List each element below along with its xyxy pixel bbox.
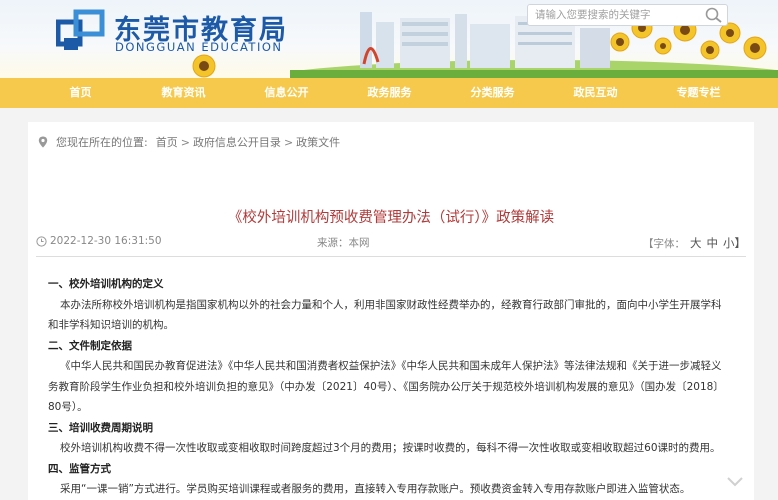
location-pin-icon <box>38 136 48 148</box>
font-size-large-button[interactable]: 大 <box>690 236 702 250</box>
nav-item-special-topics[interactable]: 专题专栏 <box>647 78 750 108</box>
logo-icon <box>56 9 105 50</box>
breadcrumb: 您现在所在的位置: 首页 > 政府信息公开目录 > 政策文件 <box>38 134 340 150</box>
header-banner: 东莞市教育局 DONGGUAN EDUCATION <box>0 0 778 78</box>
breadcrumb-separator: > <box>283 135 294 149</box>
search-icon[interactable] <box>704 6 724 24</box>
font-size-label: 【字体： <box>643 238 685 250</box>
breadcrumb-disclosure-catalog[interactable]: 政府信息公开目录 <box>193 134 281 150</box>
section-paragraph: 校外培训机构收费不得一次性收取或变相收取时间跨度超过3个月的费用；按课时收费的，… <box>60 442 721 454</box>
clock-icon <box>36 235 47 247</box>
main-nav: 首页 教育资讯 信息公开 政务服务 分类服务 政民互动 专题专栏 <box>0 78 778 108</box>
nav-item-home[interactable]: 首页 <box>29 78 132 108</box>
section-paragraph: 《中华人民共和国民办教育促进法》《中华人民共和国消费者权益保护法》《中华人民共和… <box>48 360 724 413</box>
search-box <box>527 4 728 26</box>
scroll-indicator-icon[interactable] <box>720 466 750 496</box>
breadcrumb-prefix: 您现在所在的位置: <box>56 136 148 149</box>
font-size-medium-button[interactable]: 中 <box>707 236 719 250</box>
section-heading: 三、培训收费周期说明 <box>48 421 153 434</box>
nav-item-info-disclosure[interactable]: 信息公开 <box>235 78 338 108</box>
publish-date-text: 2022-12-30 16:31:50 <box>50 235 162 247</box>
breadcrumb-home[interactable]: 首页 <box>156 134 178 150</box>
nav-item-gov-services[interactable]: 政务服务 <box>338 78 441 108</box>
sunflower-illustration <box>192 54 216 78</box>
breadcrumb-policy-docs[interactable]: 政策文件 <box>296 134 340 150</box>
section-paragraph: 本办法所称校外培训机构是指国家机构以外的社会力量和个人，利用非国家财政性经费举办… <box>48 298 722 332</box>
nav-item-education-news[interactable]: 教育资讯 <box>132 78 235 108</box>
font-size-small-button[interactable]: 小】 <box>723 236 746 250</box>
nav-item-category-services[interactable]: 分类服务 <box>441 78 544 108</box>
section-heading: 四、监管方式 <box>48 462 111 475</box>
search-input[interactable] <box>528 5 698 25</box>
breadcrumb-separator: > <box>180 135 190 149</box>
section-paragraph: 采用“一课一销”方式进行。学员购买培训课程或者服务的费用，直接转入专用存款账户。… <box>60 483 691 495</box>
section-heading: 一、校外培训机构的定义 <box>48 278 164 290</box>
nav-item-public-interaction[interactable]: 政民互动 <box>544 78 647 108</box>
article-source: 来源：本网 <box>317 237 370 249</box>
article-card: 您现在所在的位置: 首页 > 政府信息公开目录 > 政策文件 《校外培训机构预收… <box>28 122 754 500</box>
font-size-control: 【字体： 大中小】 <box>643 235 746 251</box>
article-title: 《校外培训机构预收费管理办法（试行）》政策解读 <box>227 210 555 226</box>
publish-date: 2022-12-30 16:31:50 <box>36 235 162 247</box>
section-heading: 二、文件制定依据 <box>48 339 132 352</box>
divider <box>36 256 746 257</box>
article-body: 一、校外培训机构的定义 本办法所称校外培训机构是指国家机构以外的社会力量和个人，… <box>48 274 730 500</box>
